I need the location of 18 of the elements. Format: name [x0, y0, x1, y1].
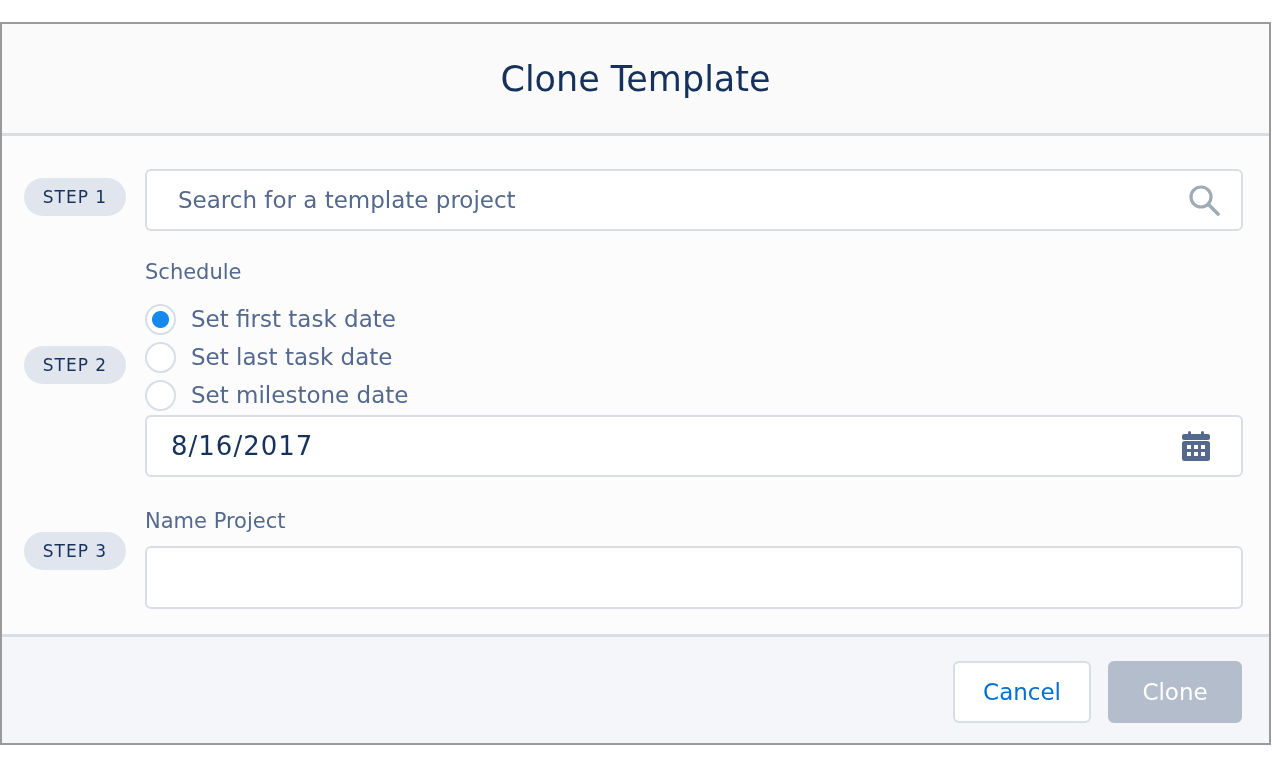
radio-button[interactable]: [145, 303, 176, 335]
radio-label[interactable]: Set milestone date: [191, 382, 409, 408]
step-badge: STEP 1: [24, 178, 126, 216]
search-field[interactable]: Search for a template project: [145, 169, 1243, 231]
date-field[interactable]: 8/16/2017: [145, 415, 1243, 477]
step-badge: STEP 2: [24, 345, 126, 384]
radio-button[interactable]: [145, 379, 176, 411]
search-icon: [1188, 184, 1220, 216]
radio-label[interactable]: Set first task date: [191, 306, 396, 332]
name-input-field[interactable]: [145, 546, 1243, 609]
radio-label[interactable]: Set last task date: [191, 344, 393, 370]
field-label: Schedule: [145, 259, 243, 286]
button[interactable]: Cancel: [953, 661, 1091, 723]
step-badge: STEP 3: [24, 531, 126, 570]
radio-button[interactable]: [145, 341, 176, 373]
dialog-title: Clone Template: [500, 58, 771, 99]
field-label: Name Project: [145, 508, 287, 535]
calendar-icon[interactable]: [1182, 431, 1210, 461]
